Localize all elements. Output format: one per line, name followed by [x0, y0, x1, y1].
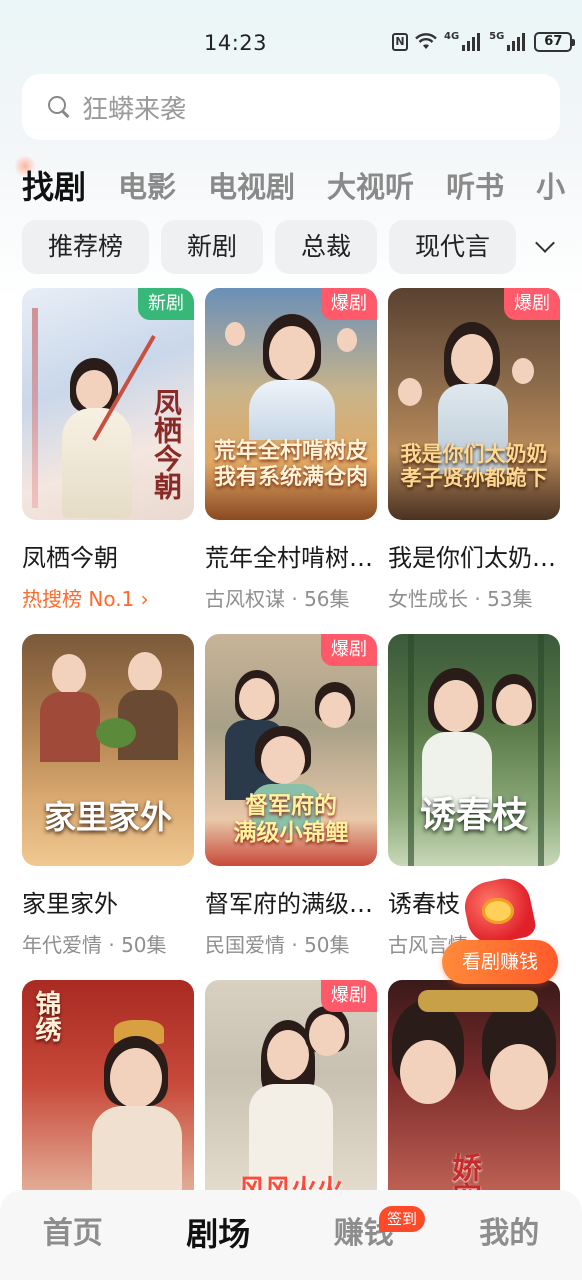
drama-meta: 年代爱情 · 50集	[22, 933, 167, 957]
drama-poster[interactable]: 荒年全村啃树皮 我有系统满仓肉 爆剧	[205, 288, 377, 520]
filter-row: 推荐榜 新剧 总裁 现代言	[22, 220, 532, 274]
status-icons: N 4G 5G 67	[392, 30, 576, 52]
nav-theater-label: 剧场	[186, 1215, 251, 1253]
nav-home[interactable]: 首页	[0, 1190, 146, 1280]
wifi-icon	[415, 33, 437, 51]
signal-icon	[462, 33, 482, 51]
drama-poster[interactable]: 风风火火 爆剧	[205, 980, 377, 1212]
drama-poster[interactable]: 督军府的 满级小锦鲤 爆剧	[205, 634, 377, 866]
drama-meta: 民国爱情 · 50集	[205, 933, 350, 957]
drama-poster[interactable]: 锦绣	[22, 980, 194, 1212]
filter-chip-ceo[interactable]: 总裁	[275, 220, 378, 274]
filter-chip-new[interactable]: 新剧	[161, 220, 264, 274]
drama-title: 荒年全村啃树皮，我有系统满仓肉	[205, 544, 377, 572]
tab-tv-series[interactable]: 电视剧	[208, 164, 295, 206]
drama-card[interactable]: 凤栖今朝 新剧 凤栖今朝 热搜榜 No.1 ›	[22, 288, 194, 634]
category-tabs: 找剧 电影 电视剧 大视听 听书 小	[22, 160, 582, 210]
tab-more[interactable]: 小	[536, 164, 565, 206]
nfc-icon: N	[392, 33, 408, 51]
watch-earn-button[interactable]: 看剧赚钱	[442, 940, 558, 984]
signal-icon	[507, 33, 527, 51]
poster-title-art: 督军府的 满级小锦鲤	[233, 792, 349, 846]
battery-icon: 67	[534, 32, 576, 52]
drama-poster[interactable]: 家里家外	[22, 634, 194, 866]
drama-poster[interactable]: 我是你们太奶奶 孝子贤孙都跪下 爆剧	[388, 288, 560, 520]
tab-movie[interactable]: 电影	[118, 164, 176, 206]
poster-title-art: 凤栖今朝	[150, 388, 183, 500]
filter-chip-modern-romance[interactable]: 现代言	[389, 220, 517, 274]
drama-title: 家里家外	[22, 890, 118, 918]
poster-title-art: 我是你们太奶奶 孝子贤孙都跪下	[400, 440, 548, 490]
status-bar: 14:23 N 4G 5G 67	[0, 0, 582, 80]
drama-poster[interactable]: 诱春枝	[388, 634, 560, 866]
drama-card[interactable]: 督军府的 满级小锦鲤 爆剧 督军府的满级小锦鲤 民国爱情 · 50集	[205, 634, 377, 980]
nav-mine-label: 我的	[479, 1216, 540, 1251]
nav-mine[interactable]: 我的	[437, 1190, 582, 1280]
drama-meta: 女性成长 · 53集	[388, 587, 533, 611]
status-time: 14:23	[204, 31, 268, 55]
coin-icon	[482, 898, 514, 924]
drama-title: 凤栖今朝	[22, 544, 118, 572]
drama-poster[interactable]: 娇宠	[388, 980, 560, 1212]
drama-card[interactable]: 荒年全村啃树皮 我有系统满仓肉 爆剧 荒年全村啃树皮，我有系统满仓肉 古风权谋 …	[205, 288, 377, 634]
hot-rank-link[interactable]: 热搜榜 No.1 ›	[22, 583, 194, 612]
nav-theater[interactable]: 剧场	[146, 1190, 292, 1280]
nav-earn[interactable]: 赚钱 签到	[291, 1190, 437, 1280]
badge-hot: 爆剧	[504, 288, 560, 320]
nav-home-label: 首页	[42, 1216, 103, 1251]
poster-title-art: 家里家外	[43, 798, 172, 837]
chevron-down-icon[interactable]	[535, 233, 555, 253]
search-input[interactable]: 狂蟒来袭	[22, 74, 560, 140]
bottom-nav: 首页 剧场 赚钱 签到 我的	[0, 1190, 582, 1280]
drama-poster[interactable]: 凤栖今朝 新剧	[22, 288, 194, 520]
badge-hot: 爆剧	[321, 980, 377, 1012]
drama-card[interactable]: 家里家外 家里家外 年代爱情 · 50集	[22, 634, 194, 980]
search-placeholder: 狂蟒来袭	[82, 94, 187, 125]
badge-new: 新剧	[138, 288, 194, 320]
tab-big-audiovisual[interactable]: 大视听	[327, 164, 414, 206]
network-5g-label: 5G	[489, 30, 505, 42]
drama-title: 督军府的满级小锦鲤	[205, 890, 377, 918]
badge-hot: 爆剧	[321, 634, 377, 666]
reward-float[interactable]: 看剧赚钱	[442, 873, 560, 986]
poster-title-art: 锦绣	[31, 990, 61, 1042]
tab-audiobook[interactable]: 听书	[446, 164, 504, 206]
drama-meta: 古风权谋 · 56集	[205, 587, 350, 611]
drama-grid: 凤栖今朝 新剧 凤栖今朝 热搜榜 No.1 › 荒年全村啃树皮 我有系统满仓肉 …	[22, 288, 562, 1280]
badge-hot: 爆剧	[321, 288, 377, 320]
filter-chip-recommend[interactable]: 推荐榜	[22, 220, 150, 274]
tab-find-drama[interactable]: 找剧	[22, 162, 86, 208]
poster-title-art: 荒年全村啃树皮 我有系统满仓肉	[213, 438, 368, 490]
checkin-badge: 签到	[379, 1206, 426, 1232]
network-4g-label: 4G	[444, 30, 460, 42]
search-icon	[48, 96, 70, 118]
poster-title-art: 诱春枝	[419, 793, 528, 836]
drama-card[interactable]: 我是你们太奶奶 孝子贤孙都跪下 爆剧 我是你们太奶奶，孝子贤孙都跪下 女性成长 …	[388, 288, 560, 634]
drama-title: 我是你们太奶奶，孝子贤孙都跪下	[388, 544, 560, 572]
